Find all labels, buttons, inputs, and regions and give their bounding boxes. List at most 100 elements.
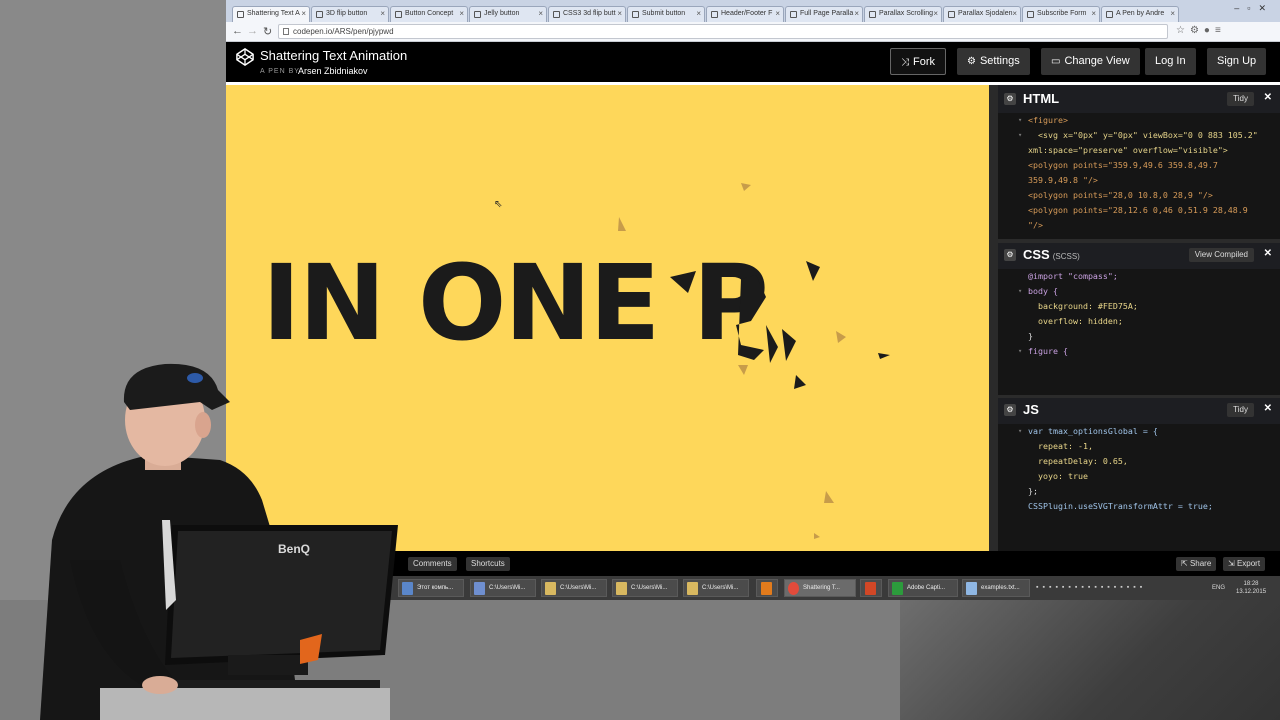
tab-close-icon[interactable]: × (775, 9, 780, 18)
layout-icon: ▭ (1051, 56, 1061, 67)
html-code-editor[interactable]: ▾ <figure> ▾ <svg x="0px" y="0px" viewBox… (998, 113, 1280, 239)
presenter-ear (195, 412, 211, 438)
fold-arrow-icon[interactable]: ▾ (1018, 113, 1022, 128)
system-tray-icons[interactable]: ▪▪▪▪▪▪▪▪▪▪▪▪▪▪▪▪▪ (1036, 584, 1146, 591)
close-icon[interactable]: ✕ (1264, 403, 1272, 414)
browser-tab[interactable]: Parallax Sjodalen × (943, 6, 1021, 22)
browser-tab[interactable]: Header/Footer F × (706, 6, 784, 22)
gear-icon[interactable]: ⚙ (1004, 404, 1016, 416)
js-code-editor[interactable]: ▾ var tmax_optionsGlobal = { repeat: -1, … (998, 424, 1280, 551)
tab-close-icon[interactable]: × (1012, 9, 1017, 18)
css-editor-header: ⚙ CSS (SCSS) View Compiled ✕ (998, 243, 1280, 267)
shard (618, 217, 626, 231)
browser-tab[interactable]: Submit button × (627, 6, 705, 22)
taskbar-item[interactable]: Adobe Capti... (888, 579, 958, 597)
presenter-hand (142, 676, 178, 694)
share-icon: ⇱ (1181, 559, 1190, 568)
gear-icon[interactable]: ⚙ (1004, 93, 1016, 105)
fork-icon: ⤨ (901, 57, 909, 68)
folder-icon (616, 582, 627, 595)
shard (670, 271, 696, 293)
presenter-cap (123, 363, 230, 410)
captivate-icon (892, 582, 903, 595)
browser-tab[interactable]: Parallax Scrolling × (864, 6, 942, 22)
html-editor-header: ⚙ HTML Tidy ✕ (998, 87, 1280, 111)
codepen-favicon-icon (632, 11, 639, 18)
extension-icons[interactable]: ☆⚙●≡ (1176, 25, 1226, 36)
taskbar-item[interactable]: examples.txt... (962, 579, 1030, 597)
system-clock[interactable]: 18:28 13.12.2015 (1236, 580, 1266, 596)
export-button[interactable]: ⇲ Export (1223, 557, 1266, 571)
codepen-favicon-icon (711, 11, 718, 18)
fork-button[interactable]: ⤨ Fork (890, 48, 946, 75)
tidy-button[interactable]: Tidy (1227, 403, 1254, 417)
folder-icon (545, 582, 556, 595)
signup-button[interactable]: Sign Up (1207, 48, 1267, 75)
backdrop-shadow (900, 600, 1280, 720)
browser-tab[interactable]: Subscribe Form × (1022, 6, 1100, 22)
tab-close-icon[interactable]: × (459, 9, 464, 18)
css-editor-title: CSS (SCSS) (1023, 247, 1080, 262)
gear-icon: ⚙ (967, 56, 976, 67)
cap-logo-icon (187, 373, 203, 383)
html-editor-title: HTML (1023, 91, 1060, 106)
fold-arrow-icon[interactable]: ▾ (1018, 424, 1022, 439)
codepen-favicon-icon (1027, 11, 1034, 18)
tidy-button[interactable]: Tidy (1227, 92, 1254, 106)
shard (794, 375, 806, 389)
tab-close-icon[interactable]: × (1170, 9, 1175, 18)
tab-close-icon[interactable]: × (854, 9, 859, 18)
codepen-favicon-icon (1106, 11, 1113, 18)
codepen-favicon-icon (790, 11, 797, 18)
share-button[interactable]: ⇱ Share (1176, 557, 1217, 571)
browser-tab[interactable]: CSS3 3d flip butt × (548, 6, 626, 22)
window-controls[interactable]: –▫✕ (1234, 3, 1274, 14)
view-compiled-button[interactable]: View Compiled (1188, 248, 1254, 262)
folder-icon (687, 582, 698, 595)
browser-tab[interactable]: Jelly button × (469, 6, 547, 22)
pane-resizer[interactable] (989, 85, 998, 551)
fold-arrow-icon[interactable]: ▾ (1018, 284, 1022, 299)
taskbar-item[interactable]: Shattering T... (784, 579, 856, 597)
shard (782, 329, 796, 361)
mouse-cursor-icon: ⇖ (494, 199, 503, 210)
notepad-icon (966, 582, 977, 595)
shard (878, 353, 890, 359)
shard (836, 331, 846, 343)
taskbar-item[interactable] (860, 579, 882, 597)
powerpoint-icon (865, 582, 876, 595)
tab-close-icon[interactable]: × (933, 9, 938, 18)
change-view-button[interactable]: ▭ Change View (1041, 48, 1140, 75)
taskbar-item[interactable]: C:\Users\Mi... (612, 579, 678, 597)
shortcuts-button[interactable]: Shortcuts (466, 557, 510, 571)
tab-close-icon[interactable]: × (617, 9, 622, 18)
taskbar-item[interactable]: C:\Users\Mi... (541, 579, 607, 597)
shard (824, 491, 834, 503)
taskbar-item[interactable] (756, 579, 778, 597)
settings-button[interactable]: ⚙ Settings (957, 48, 1030, 75)
language-indicator[interactable]: ENG (1212, 585, 1225, 591)
fold-arrow-icon[interactable]: ▾ (1018, 128, 1022, 143)
login-button[interactable]: Log In (1145, 48, 1196, 75)
js-editor-header: ⚙ JS Tidy ✕ (998, 398, 1280, 422)
close-icon[interactable]: ✕ (1264, 248, 1272, 259)
taskbar-item[interactable]: C:\Users\Mi... (470, 579, 536, 597)
chrome-icon (788, 582, 799, 595)
taskbar-item[interactable]: C:\Users\Mi... (683, 579, 749, 597)
browser-tab[interactable]: Full Page Paralla × (785, 6, 863, 22)
fold-arrow-icon[interactable]: ▾ (1018, 344, 1022, 359)
tab-close-icon[interactable]: × (538, 9, 543, 18)
monitor-brand-label: BenQ (278, 542, 310, 556)
gear-icon[interactable]: ⚙ (1004, 249, 1016, 261)
illustrator-icon (761, 582, 772, 595)
browser-tab[interactable]: A Pen by Andre × (1101, 6, 1179, 22)
shard (806, 261, 820, 281)
tab-close-icon[interactable]: × (1091, 9, 1096, 18)
shard (736, 275, 766, 360)
presenter-figure: BenQ (40, 363, 398, 720)
folder-icon (474, 582, 485, 595)
close-icon[interactable]: ✕ (1264, 92, 1272, 103)
codepen-favicon-icon (869, 11, 876, 18)
tab-close-icon[interactable]: × (696, 9, 701, 18)
css-code-editor[interactable]: @import "compass"; ▾ body { background: #… (998, 269, 1280, 395)
